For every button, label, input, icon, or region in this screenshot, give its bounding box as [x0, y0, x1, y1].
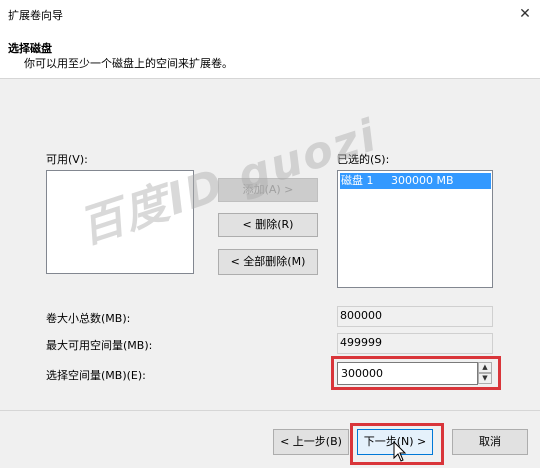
back-button[interactable]: < 上一步(B) — [273, 429, 349, 455]
title-bar: 扩展卷向导 ✕ — [0, 0, 540, 30]
select-amount-label: 选择空间量(MB)(E): — [46, 369, 146, 382]
page-title: 选择磁盘 — [8, 42, 52, 55]
page-subtitle: 你可以用至少一个磁盘上的空间来扩展卷。 — [24, 57, 233, 70]
footer-divider — [0, 410, 540, 411]
mouse-cursor-icon — [393, 441, 407, 462]
max-available-value: 499999 — [337, 333, 493, 354]
available-disks-list[interactable] — [46, 170, 194, 274]
max-available-label: 最大可用空间量(MB): — [46, 339, 153, 352]
wizard-header: 选择磁盘 你可以用至少一个磁盘上的空间来扩展卷。 — [0, 30, 540, 79]
selected-disks-list[interactable]: 磁盘 1 300000 MB — [337, 170, 493, 288]
total-size-value: 800000 — [337, 306, 493, 327]
remove-button[interactable]: < 删除(R) — [218, 213, 318, 237]
cancel-button[interactable]: 取消 — [452, 429, 528, 455]
annotation-highlight-input — [331, 356, 501, 390]
total-size-label: 卷大小总数(MB): — [46, 312, 131, 325]
window-title: 扩展卷向导 — [8, 9, 63, 22]
available-label: 可用(V): — [46, 153, 88, 166]
selected-label: 已选的(S): — [337, 153, 390, 166]
add-button[interactable]: 添加(A) > — [218, 178, 318, 202]
remove-all-button[interactable]: < 全部删除(M) — [218, 249, 318, 275]
list-item[interactable]: 磁盘 1 300000 MB — [340, 173, 491, 189]
close-icon[interactable]: ✕ — [512, 2, 538, 26]
